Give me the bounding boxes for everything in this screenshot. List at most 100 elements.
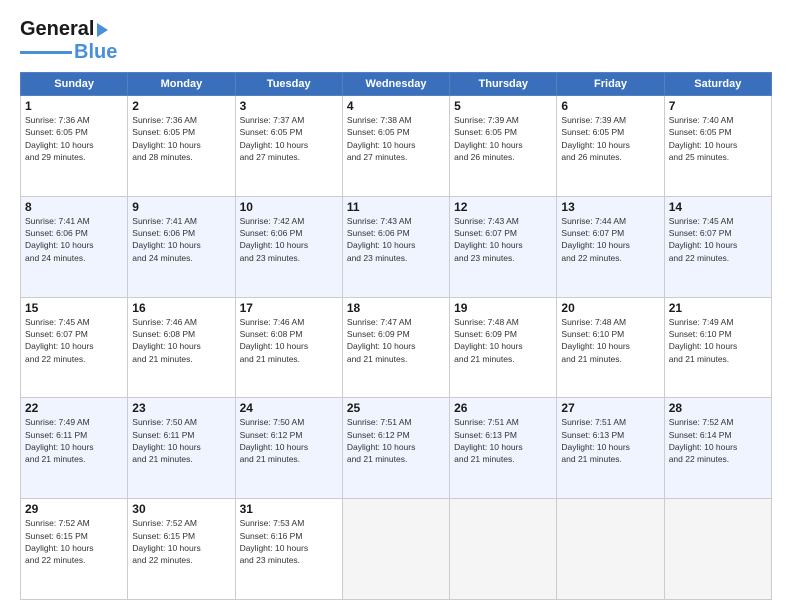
calendar-cell: 16Sunrise: 7:46 AMSunset: 6:08 PMDayligh…: [128, 297, 235, 398]
day-number: 4: [347, 99, 445, 113]
day-info: Sunrise: 7:41 AMSunset: 6:06 PMDaylight:…: [25, 215, 123, 264]
calendar-cell: 21Sunrise: 7:49 AMSunset: 6:10 PMDayligh…: [664, 297, 771, 398]
day-number: 20: [561, 301, 659, 315]
day-info: Sunrise: 7:42 AMSunset: 6:06 PMDaylight:…: [240, 215, 338, 264]
day-info: Sunrise: 7:53 AMSunset: 6:16 PMDaylight:…: [240, 517, 338, 566]
calendar-cell: 7Sunrise: 7:40 AMSunset: 6:05 PMDaylight…: [664, 96, 771, 197]
day-number: 10: [240, 200, 338, 214]
page: General Blue SundayMondayTuesdayWednesda…: [0, 0, 792, 612]
calendar-cell: 15Sunrise: 7:45 AMSunset: 6:07 PMDayligh…: [21, 297, 128, 398]
day-info: Sunrise: 7:45 AMSunset: 6:07 PMDaylight:…: [669, 215, 767, 264]
calendar-cell: 26Sunrise: 7:51 AMSunset: 6:13 PMDayligh…: [450, 398, 557, 499]
day-number: 26: [454, 401, 552, 415]
calendar-cell: 5Sunrise: 7:39 AMSunset: 6:05 PMDaylight…: [450, 96, 557, 197]
calendar-cell: 20Sunrise: 7:48 AMSunset: 6:10 PMDayligh…: [557, 297, 664, 398]
calendar-cell: [450, 499, 557, 600]
day-number: 17: [240, 301, 338, 315]
day-info: Sunrise: 7:41 AMSunset: 6:06 PMDaylight:…: [132, 215, 230, 264]
day-number: 1: [25, 99, 123, 113]
day-number: 15: [25, 301, 123, 315]
day-info: Sunrise: 7:38 AMSunset: 6:05 PMDaylight:…: [347, 114, 445, 163]
day-number: 5: [454, 99, 552, 113]
day-number: 13: [561, 200, 659, 214]
weekday-header: Tuesday: [235, 73, 342, 96]
calendar-cell: 22Sunrise: 7:49 AMSunset: 6:11 PMDayligh…: [21, 398, 128, 499]
day-number: 21: [669, 301, 767, 315]
day-number: 8: [25, 200, 123, 214]
logo-general: General: [20, 18, 94, 41]
calendar-cell: [664, 499, 771, 600]
day-number: 29: [25, 502, 123, 516]
day-info: Sunrise: 7:39 AMSunset: 6:05 PMDaylight:…: [561, 114, 659, 163]
logo-underline: [20, 51, 72, 54]
day-info: Sunrise: 7:40 AMSunset: 6:05 PMDaylight:…: [669, 114, 767, 163]
calendar-cell: 13Sunrise: 7:44 AMSunset: 6:07 PMDayligh…: [557, 196, 664, 297]
calendar-cell: 18Sunrise: 7:47 AMSunset: 6:09 PMDayligh…: [342, 297, 449, 398]
calendar-cell: 3Sunrise: 7:37 AMSunset: 6:05 PMDaylight…: [235, 96, 342, 197]
day-info: Sunrise: 7:52 AMSunset: 6:15 PMDaylight:…: [25, 517, 123, 566]
day-number: 27: [561, 401, 659, 415]
calendar-cell: 31Sunrise: 7:53 AMSunset: 6:16 PMDayligh…: [235, 499, 342, 600]
day-info: Sunrise: 7:52 AMSunset: 6:15 PMDaylight:…: [132, 517, 230, 566]
calendar-cell: 29Sunrise: 7:52 AMSunset: 6:15 PMDayligh…: [21, 499, 128, 600]
day-info: Sunrise: 7:50 AMSunset: 6:12 PMDaylight:…: [240, 416, 338, 465]
calendar-cell: 6Sunrise: 7:39 AMSunset: 6:05 PMDaylight…: [557, 96, 664, 197]
day-info: Sunrise: 7:52 AMSunset: 6:14 PMDaylight:…: [669, 416, 767, 465]
logo: General Blue: [20, 18, 117, 64]
calendar-cell: 2Sunrise: 7:36 AMSunset: 6:05 PMDaylight…: [128, 96, 235, 197]
calendar-cell: [342, 499, 449, 600]
calendar-cell: 24Sunrise: 7:50 AMSunset: 6:12 PMDayligh…: [235, 398, 342, 499]
day-info: Sunrise: 7:48 AMSunset: 6:10 PMDaylight:…: [561, 316, 659, 365]
day-number: 24: [240, 401, 338, 415]
day-info: Sunrise: 7:36 AMSunset: 6:05 PMDaylight:…: [132, 114, 230, 163]
day-info: Sunrise: 7:46 AMSunset: 6:08 PMDaylight:…: [132, 316, 230, 365]
day-number: 22: [25, 401, 123, 415]
weekday-header: Friday: [557, 73, 664, 96]
day-info: Sunrise: 7:46 AMSunset: 6:08 PMDaylight:…: [240, 316, 338, 365]
calendar-cell: 1Sunrise: 7:36 AMSunset: 6:05 PMDaylight…: [21, 96, 128, 197]
day-info: Sunrise: 7:50 AMSunset: 6:11 PMDaylight:…: [132, 416, 230, 465]
calendar-cell: 17Sunrise: 7:46 AMSunset: 6:08 PMDayligh…: [235, 297, 342, 398]
day-number: 3: [240, 99, 338, 113]
day-number: 30: [132, 502, 230, 516]
calendar-cell: 8Sunrise: 7:41 AMSunset: 6:06 PMDaylight…: [21, 196, 128, 297]
day-number: 28: [669, 401, 767, 415]
calendar-cell: [557, 499, 664, 600]
day-info: Sunrise: 7:51 AMSunset: 6:13 PMDaylight:…: [561, 416, 659, 465]
day-number: 23: [132, 401, 230, 415]
calendar-cell: 27Sunrise: 7:51 AMSunset: 6:13 PMDayligh…: [557, 398, 664, 499]
calendar-cell: 4Sunrise: 7:38 AMSunset: 6:05 PMDaylight…: [342, 96, 449, 197]
day-info: Sunrise: 7:47 AMSunset: 6:09 PMDaylight:…: [347, 316, 445, 365]
calendar-cell: 12Sunrise: 7:43 AMSunset: 6:07 PMDayligh…: [450, 196, 557, 297]
calendar-cell: 23Sunrise: 7:50 AMSunset: 6:11 PMDayligh…: [128, 398, 235, 499]
day-number: 14: [669, 200, 767, 214]
day-info: Sunrise: 7:49 AMSunset: 6:10 PMDaylight:…: [669, 316, 767, 365]
weekday-header: Sunday: [21, 73, 128, 96]
day-info: Sunrise: 7:36 AMSunset: 6:05 PMDaylight:…: [25, 114, 123, 163]
day-number: 18: [347, 301, 445, 315]
day-info: Sunrise: 7:49 AMSunset: 6:11 PMDaylight:…: [25, 416, 123, 465]
day-number: 7: [669, 99, 767, 113]
day-info: Sunrise: 7:43 AMSunset: 6:07 PMDaylight:…: [454, 215, 552, 264]
header: General Blue: [20, 18, 772, 64]
day-number: 12: [454, 200, 552, 214]
weekday-header: Saturday: [664, 73, 771, 96]
day-number: 25: [347, 401, 445, 415]
calendar-cell: 19Sunrise: 7:48 AMSunset: 6:09 PMDayligh…: [450, 297, 557, 398]
day-number: 31: [240, 502, 338, 516]
day-info: Sunrise: 7:43 AMSunset: 6:06 PMDaylight:…: [347, 215, 445, 264]
day-number: 2: [132, 99, 230, 113]
calendar-cell: 14Sunrise: 7:45 AMSunset: 6:07 PMDayligh…: [664, 196, 771, 297]
calendar-cell: 25Sunrise: 7:51 AMSunset: 6:12 PMDayligh…: [342, 398, 449, 499]
calendar-cell: 9Sunrise: 7:41 AMSunset: 6:06 PMDaylight…: [128, 196, 235, 297]
day-info: Sunrise: 7:51 AMSunset: 6:13 PMDaylight:…: [454, 416, 552, 465]
logo-arrow-icon: [97, 23, 108, 37]
day-info: Sunrise: 7:45 AMSunset: 6:07 PMDaylight:…: [25, 316, 123, 365]
weekday-header: Wednesday: [342, 73, 449, 96]
weekday-header: Monday: [128, 73, 235, 96]
calendar-cell: 11Sunrise: 7:43 AMSunset: 6:06 PMDayligh…: [342, 196, 449, 297]
day-info: Sunrise: 7:39 AMSunset: 6:05 PMDaylight:…: [454, 114, 552, 163]
day-number: 16: [132, 301, 230, 315]
calendar-cell: 30Sunrise: 7:52 AMSunset: 6:15 PMDayligh…: [128, 499, 235, 600]
day-info: Sunrise: 7:51 AMSunset: 6:12 PMDaylight:…: [347, 416, 445, 465]
